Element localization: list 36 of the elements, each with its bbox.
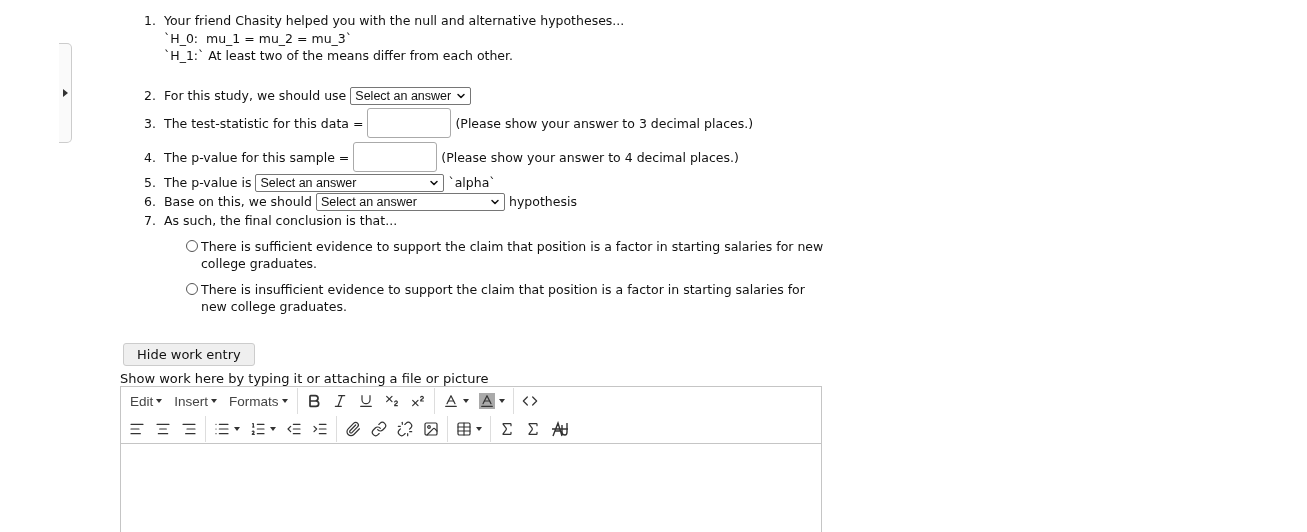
question-number: 3. <box>144 115 157 131</box>
side-panel-handle[interactable] <box>59 43 72 143</box>
question-number: 4. <box>144 149 157 165</box>
question-text: `alpha` <box>448 175 496 190</box>
option-label: There is sufficient evidence to support the claim that position is a factor in starting salaries for new college graduates. <box>201 238 825 272</box>
answer-field[interactable] <box>353 142 438 172</box>
radio-button[interactable] <box>186 283 198 295</box>
answer-dropdown[interactable]: Select an answer <box>316 192 505 211</box>
question-text: The p-value for this sample = <box>164 149 350 165</box>
hypothesis-text: `H_0: mu_1 = mu_2 = mu_3` <box>163 30 353 47</box>
question-number: 1. <box>144 13 157 28</box>
question-text: As such, the final conclusion is that... <box>164 213 398 228</box>
radio-button[interactable] <box>186 240 198 252</box>
hide-work-button[interactable]: Hide work entry <box>123 343 255 366</box>
question-text: Your friend Chasity helped you with the null and alternative hypotheses... <box>164 13 625 28</box>
option-label: There is insufficient evidence to support the claim that position is a factor in starting salaries for new college graduates. <box>201 281 806 315</box>
question-text: The test-statistic for this data = <box>164 115 364 131</box>
question-number: 5. <box>144 175 157 190</box>
menu-button[interactable]: Insert <box>169 393 223 409</box>
question-text: hypothesis <box>509 194 577 209</box>
question-text: Base on this, we should <box>164 194 312 209</box>
question-number: 7. <box>144 213 157 228</box>
menu-button[interactable]: Edit <box>125 393 168 409</box>
question-number: 6. <box>144 194 157 209</box>
hint-text: (Please show your answer to 3 decimal places.) <box>455 115 754 131</box>
answer-dropdown[interactable]: Select an answer <box>350 86 472 105</box>
answer-field[interactable] <box>367 108 452 138</box>
work-caption: Show work here by typing it or attaching a file or picture <box>120 371 489 386</box>
expand-icon <box>62 89 68 97</box>
question-text: For this study, we should use <box>164 88 347 103</box>
question-text: The p-value is <box>164 175 252 190</box>
hypothesis-text: `H_1:` At least two of the means differ from each other. <box>163 47 515 64</box>
question-number: 2. <box>144 88 157 103</box>
answer-dropdown[interactable]: Select an answer <box>255 173 445 192</box>
hint-text: (Please show your answer to 4 decimal places.) <box>441 149 739 165</box>
menu-button[interactable]: Formats <box>224 393 293 409</box>
